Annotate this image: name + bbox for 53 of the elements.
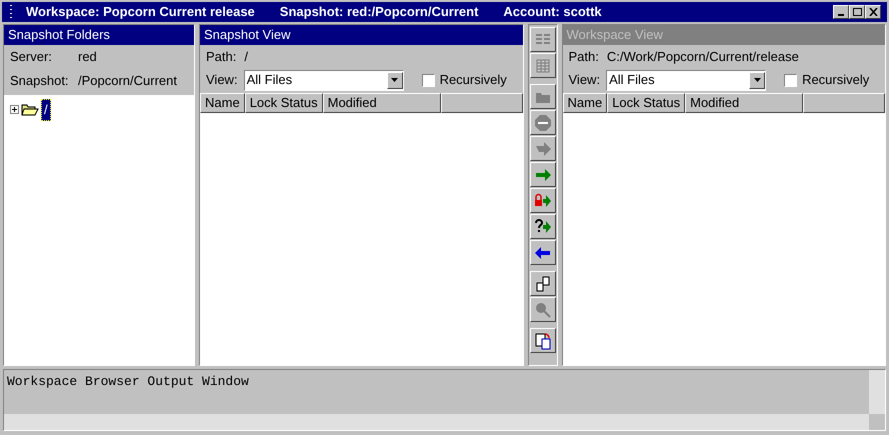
path-value: C:/Work/Popcorn/Current/release: [606, 48, 799, 66]
pane-title: Snapshot Folders: [4, 25, 194, 45]
close-icon: [868, 8, 878, 16]
folder-icon: [21, 102, 39, 117]
maximize-button[interactable]: [849, 5, 865, 19]
output-text: Workspace Browser Output Window: [6, 373, 250, 391]
pane-title: Workspace View: [562, 25, 885, 45]
view-dropdown[interactable]: All Files: [244, 70, 404, 90]
field-label: Snapshot:: [10, 72, 70, 90]
path-label: Path:: [206, 48, 236, 66]
close-button[interactable]: [865, 5, 881, 19]
field-label: Server:: [10, 48, 53, 66]
path-value: /: [244, 48, 248, 66]
toolbar-button[interactable]: [530, 188, 556, 213]
column-header[interactable]: Name: [562, 93, 608, 113]
clipboard-icon: [534, 332, 552, 350]
recursive-checkbox[interactable]: [422, 74, 435, 86]
toolbar-button[interactable]: [530, 271, 556, 296]
table-icon: [534, 56, 552, 74]
recursive-checkbox[interactable]: [784, 74, 798, 86]
recursive-label: Recursively: [802, 71, 870, 90]
view-label: View:: [206, 71, 238, 90]
view-label: View:: [568, 71, 600, 90]
lock-arrow-icon: [534, 192, 552, 210]
maximize-icon: [852, 8, 862, 16]
path-label: Path:: [568, 48, 599, 66]
stop-icon: [534, 114, 552, 132]
window-title: Account: scottk: [503, 3, 602, 22]
toolbar-button[interactable]: [530, 240, 556, 265]
column-header[interactable]: Modified: [685, 93, 804, 113]
minimize-button[interactable]: [833, 5, 849, 19]
pages-icon: [534, 274, 552, 292]
window-title: Snapshot: red:/Popcorn/Current: [280, 3, 478, 22]
field-value: red: [78, 48, 97, 66]
toolbar-button[interactable]: [530, 328, 556, 353]
column-header[interactable]: Lock Status: [607, 93, 686, 113]
column-header[interactable]: Name: [200, 93, 245, 113]
tree-item[interactable]: /: [41, 99, 51, 120]
column-header[interactable]: Lock Status: [244, 93, 323, 113]
recursive-label: Recursively: [440, 71, 507, 90]
expand-toggle[interactable]: [10, 105, 19, 114]
question-arrow-icon: [534, 218, 552, 236]
column-header[interactable]: Modified: [322, 93, 441, 113]
window-title: Workspace: Popcorn Current release: [26, 3, 255, 22]
horizontal-scrollbar[interactable]: [4, 414, 869, 430]
vertical-scrollbar[interactable]: [869, 370, 885, 414]
pane-title: Snapshot View: [200, 25, 522, 45]
toolbar-button[interactable]: [530, 162, 556, 187]
grip-icon: [8, 5, 14, 19]
field-value: /Popcorn/Current: [78, 72, 177, 90]
toolbar-button[interactable]: [530, 214, 556, 239]
view-dropdown[interactable]: All Files: [606, 70, 766, 90]
search-icon: [534, 300, 552, 318]
